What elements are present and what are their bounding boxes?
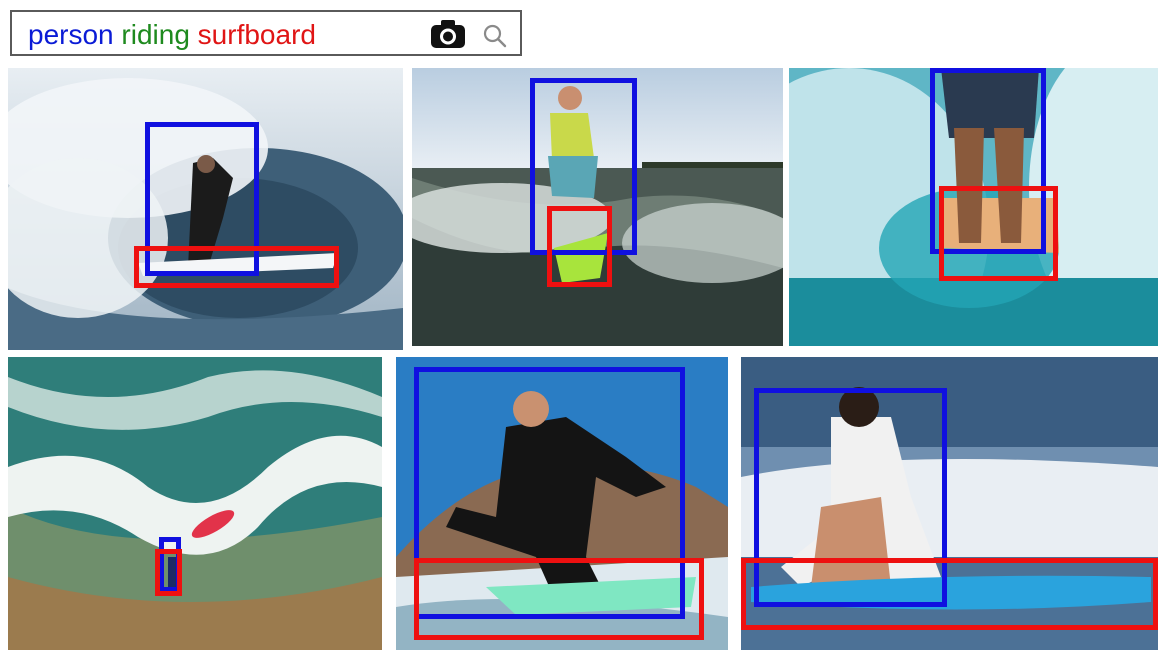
camera-icon[interactable] — [430, 19, 466, 49]
result-image-4[interactable] — [8, 357, 382, 650]
search-icon[interactable] — [482, 23, 508, 49]
surfboard-box — [414, 558, 704, 640]
surfboard-box — [939, 186, 1058, 281]
surfboard-box — [155, 549, 182, 596]
query-term-surfboard: surfboard — [197, 19, 316, 50]
search-query[interactable]: person riding surfboard — [28, 18, 316, 52]
aerial-surf-photo — [8, 357, 382, 650]
query-term-person: person — [28, 19, 114, 50]
result-image-1[interactable] — [8, 68, 403, 350]
result-image-6[interactable] — [741, 357, 1158, 650]
result-image-2[interactable] — [412, 68, 783, 346]
result-image-5[interactable] — [396, 357, 728, 650]
query-term-riding: riding — [121, 19, 190, 50]
surfboard-box — [741, 558, 1158, 630]
result-image-3[interactable] — [789, 68, 1158, 346]
search-bar[interactable]: person riding surfboard — [10, 10, 522, 56]
surfboard-box — [547, 206, 612, 287]
surfboard-box — [134, 246, 339, 288]
